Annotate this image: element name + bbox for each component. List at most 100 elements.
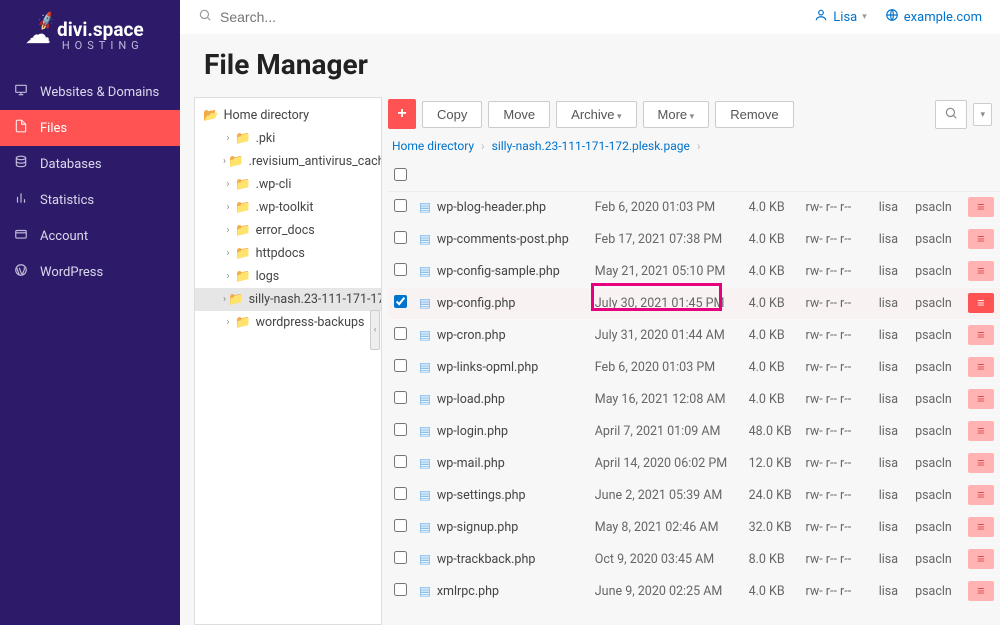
file-group: psacln (909, 511, 962, 543)
tree-item[interactable]: ›📁silly-nash.23-111-171-172 (195, 288, 381, 311)
row-checkbox[interactable] (394, 359, 407, 372)
table-row[interactable]: ▤wp-mail.phpApril 14, 2020 06:02 PM12.0 … (388, 447, 1000, 479)
table-row[interactable]: ▤wp-settings.phpJune 2, 2021 05:39 AM24.… (388, 479, 1000, 511)
file-size: 4.0 KB (743, 383, 800, 415)
file-owner: lisa (873, 415, 909, 447)
tree-item[interactable]: ›📁.pki (195, 127, 381, 150)
table-row[interactable]: ▤wp-blog-header.phpFeb 6, 2020 01:03 PM4… (388, 191, 1000, 223)
row-checkbox[interactable] (394, 199, 407, 212)
file-owner: lisa (873, 479, 909, 511)
file-permissions: rw- r-- r-- (799, 511, 872, 543)
row-actions-button[interactable]: ≡ (968, 261, 994, 281)
topbar: Lisa ▾ example.com (180, 0, 1000, 34)
table-row[interactable]: ▤wp-comments-post.phpFeb 17, 2021 07:38 … (388, 223, 1000, 255)
tree-item[interactable]: ›📁wordpress-backups (195, 311, 381, 334)
file-size: 4.0 KB (743, 223, 800, 255)
sidebar-item-label: Websites & Domains (40, 85, 159, 100)
search-files-button[interactable] (935, 100, 967, 129)
file-owner: lisa (873, 319, 909, 351)
sidebar-item-files[interactable]: Files (0, 110, 180, 146)
tree-item[interactable]: ›📁.wp-cli (195, 173, 381, 196)
folder-tree: 📂 Home directory ›📁.pki›📁.revisium_antiv… (194, 97, 382, 625)
row-actions-button[interactable]: ≡ (968, 197, 994, 217)
tree-item[interactable]: ›📁httpdocs (195, 242, 381, 265)
tree-item[interactable]: ›📁.revisium_antivirus_cache (195, 150, 381, 173)
archive-button[interactable]: Archive (556, 101, 636, 128)
row-actions-button[interactable]: ≡ (968, 389, 994, 409)
row-actions-button[interactable]: ≡ (968, 485, 994, 505)
file-group: psacln (909, 447, 962, 479)
row-checkbox[interactable] (394, 231, 407, 244)
tree-item[interactable]: ›📁.wp-toolkit (195, 196, 381, 219)
row-checkbox[interactable] (394, 295, 407, 308)
row-actions-button[interactable]: ≡ (968, 453, 994, 473)
row-actions-button[interactable]: ≡ (968, 517, 994, 537)
row-checkbox[interactable] (394, 487, 407, 500)
table-row[interactable]: ▤xmlrpc.phpJune 9, 2020 02:25 AM4.0 KBrw… (388, 575, 1000, 607)
more-button[interactable]: More (643, 101, 710, 128)
table-row[interactable]: ▤wp-trackback.phpOct 9, 2020 03:45 AM8.0… (388, 543, 1000, 575)
search-input[interactable] (220, 9, 520, 25)
table-row[interactable]: ▤wp-config.phpJuly 30, 2021 01:45 PM4.0 … (388, 287, 1000, 319)
tree-collapse-handle[interactable]: ‹ (370, 310, 380, 350)
table-row[interactable]: ▤wp-links-opml.phpFeb 6, 2020 01:03 PM4.… (388, 351, 1000, 383)
table-row[interactable]: ▤wp-config-sample.phpMay 21, 2021 05:10 … (388, 255, 1000, 287)
monitor-icon (14, 83, 30, 101)
table-row[interactable]: ▤wp-load.phpMay 16, 2021 12:08 AM4.0 KBr… (388, 383, 1000, 415)
row-actions-button[interactable]: ≡ (968, 357, 994, 377)
row-actions-button[interactable]: ≡ (968, 293, 994, 313)
file-group: psacln (909, 479, 962, 511)
row-checkbox[interactable] (394, 455, 407, 468)
row-actions-button[interactable]: ≡ (968, 581, 994, 601)
site-link[interactable]: example.com (885, 8, 982, 26)
breadcrumb-current[interactable]: silly-nash.23-111-171-172.plesk.page (492, 139, 690, 153)
row-checkbox[interactable] (394, 583, 407, 596)
sidebar-item-statistics[interactable]: Statistics (0, 182, 180, 218)
table-row[interactable]: ▤wp-signup.phpMay 8, 2021 02:46 AM32.0 K… (388, 511, 1000, 543)
file-owner: lisa (873, 447, 909, 479)
row-checkbox[interactable] (394, 519, 407, 532)
tree-item-label: httpdocs (256, 246, 305, 261)
tree-item-label: silly-nash.23-111-171-172 (249, 292, 382, 307)
file-icon: ▤ (419, 328, 431, 343)
user-menu[interactable]: Lisa ▾ (814, 8, 866, 26)
table-row[interactable]: ▤wp-login.phpApril 7, 2021 01:09 AM48.0 … (388, 415, 1000, 447)
file-name: wp-settings.php (437, 488, 526, 503)
row-checkbox[interactable] (394, 327, 407, 340)
file-size: 4.0 KB (743, 575, 800, 607)
row-actions-button[interactable]: ≡ (968, 549, 994, 569)
select-all-checkbox[interactable] (394, 168, 407, 181)
tree-root[interactable]: 📂 Home directory (195, 104, 381, 127)
file-owner: lisa (873, 351, 909, 383)
sidebar-item-databases[interactable]: Databases (0, 146, 180, 182)
sidebar-item-account[interactable]: Account (0, 218, 180, 254)
row-checkbox[interactable] (394, 551, 407, 564)
file-permissions: rw- r-- r-- (799, 479, 872, 511)
row-actions-button[interactable]: ≡ (968, 421, 994, 441)
row-checkbox[interactable] (394, 263, 407, 276)
sidebar-item-websites-domains[interactable]: Websites & Domains (0, 74, 180, 110)
add-button[interactable]: + (388, 99, 416, 129)
file-date: April 7, 2021 01:09 AM (589, 415, 743, 447)
file-owner: lisa (873, 575, 909, 607)
row-actions-button[interactable]: ≡ (968, 325, 994, 345)
row-checkbox[interactable] (394, 423, 407, 436)
file-date: June 9, 2020 02:25 AM (589, 575, 743, 607)
view-options-button[interactable]: ▾ (973, 103, 992, 126)
file-permissions: rw- r-- r-- (799, 319, 872, 351)
file-name: wp-mail.php (437, 456, 505, 471)
breadcrumb-home[interactable]: Home directory (392, 139, 474, 153)
row-actions-button[interactable]: ≡ (968, 229, 994, 249)
tree-item[interactable]: ›📁error_docs (195, 219, 381, 242)
cloud-rocket-icon: ☁🚀 (25, 20, 51, 50)
row-checkbox[interactable] (394, 391, 407, 404)
file-group: psacln (909, 191, 962, 223)
brand-name: divi.space (57, 18, 144, 41)
file-owner: lisa (873, 543, 909, 575)
tree-item[interactable]: ›📁logs (195, 265, 381, 288)
copy-button[interactable]: Copy (422, 101, 482, 128)
sidebar-item-wordpress[interactable]: WordPress (0, 254, 180, 290)
table-row[interactable]: ▤wp-cron.phpJuly 31, 2020 01:44 AM4.0 KB… (388, 319, 1000, 351)
remove-button[interactable]: Remove (715, 101, 793, 128)
move-button[interactable]: Move (488, 101, 550, 128)
